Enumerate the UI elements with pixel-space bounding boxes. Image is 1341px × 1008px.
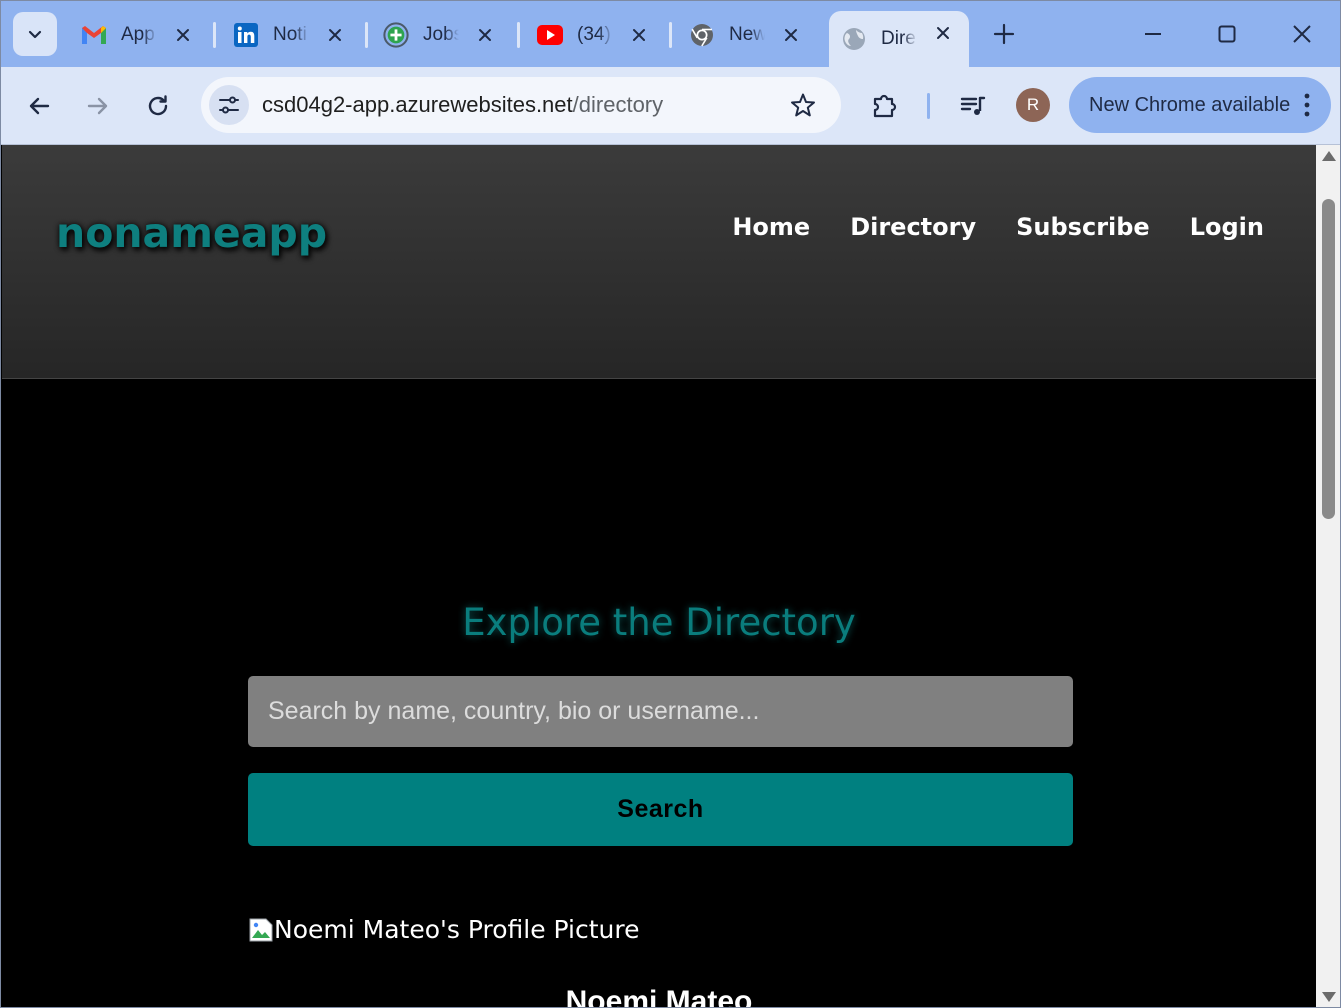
maximize-button[interactable] xyxy=(1212,19,1242,49)
profile-avatar[interactable]: R xyxy=(1016,88,1050,122)
extensions-button[interactable] xyxy=(868,89,902,123)
scroll-thumb[interactable] xyxy=(1322,199,1335,519)
tab-title: App xyxy=(121,24,155,45)
profile-picture-alt-text: Noemi Mateo's Profile Picture xyxy=(274,915,640,944)
tab-separator xyxy=(365,22,368,48)
nav-subscribe-link[interactable]: Subscribe xyxy=(1016,213,1150,241)
site-info-button[interactable] xyxy=(209,85,249,125)
reload-icon xyxy=(148,95,168,116)
jobs-icon xyxy=(383,22,409,48)
close-tab-icon[interactable] xyxy=(627,23,651,47)
tab-separator xyxy=(213,22,216,48)
update-label: New Chrome available xyxy=(1089,93,1291,116)
forward-button[interactable] xyxy=(81,89,115,123)
chrome-icon xyxy=(689,22,715,48)
nav-home-link[interactable]: Home xyxy=(732,213,810,241)
back-button[interactable] xyxy=(22,89,56,123)
tune-icon xyxy=(219,96,239,114)
plus-icon xyxy=(993,23,1015,45)
nav-login-link[interactable]: Login xyxy=(1190,213,1264,241)
bookmark-star-button[interactable] xyxy=(789,91,817,119)
toolbar-divider xyxy=(927,93,930,119)
search-button[interactable]: Search xyxy=(248,773,1073,846)
close-tab-icon[interactable] xyxy=(323,23,347,47)
tab-search-button[interactable] xyxy=(13,12,57,56)
tab-strip: App Noti Jobs (34) xyxy=(1,1,1340,67)
vertical-scrollbar[interactable] xyxy=(1316,145,1340,1007)
close-tab-icon[interactable] xyxy=(473,23,497,47)
tab-title: (34) xyxy=(577,24,611,45)
site-nav: Home Directory Subscribe Login xyxy=(732,213,1264,241)
site-logo[interactable]: nonameapp xyxy=(56,209,327,257)
arrow-right-icon xyxy=(87,97,108,115)
minimize-button[interactable] xyxy=(1138,19,1168,49)
close-window-button[interactable] xyxy=(1287,19,1317,49)
scroll-down-arrow-icon[interactable] xyxy=(1322,992,1336,1002)
tab-separator xyxy=(517,22,520,48)
media-controls-button[interactable] xyxy=(956,89,990,123)
arrow-left-icon xyxy=(29,97,50,115)
reload-button[interactable] xyxy=(141,89,175,123)
gmail-icon xyxy=(81,22,107,48)
youtube-icon xyxy=(537,22,563,48)
page-title: Explore the Directory xyxy=(462,601,856,644)
star-icon xyxy=(791,93,815,117)
kebab-menu-icon[interactable] xyxy=(1297,91,1317,119)
broken-image-icon xyxy=(249,918,273,941)
tab-separator xyxy=(669,22,672,48)
tab-title: Dire xyxy=(881,28,916,49)
tab-jobs[interactable]: Jobs xyxy=(371,13,511,57)
url-text[interactable]: csd04g2-app.azurewebsites.net/directory xyxy=(262,92,663,118)
profile-name[interactable]: Noemi Mateo xyxy=(2,985,1316,1007)
tab-title: Noti xyxy=(273,24,307,45)
linkedin-icon xyxy=(233,22,259,48)
minimize-icon xyxy=(1145,33,1161,35)
close-tab-icon[interactable] xyxy=(779,23,803,47)
search-input[interactable] xyxy=(248,676,1073,747)
maximize-icon xyxy=(1218,25,1236,43)
tab-title: New xyxy=(729,24,765,45)
url-host: csd04g2-app.azurewebsites.net xyxy=(262,92,573,117)
playlist-music-icon xyxy=(960,96,986,115)
profile-picture: Noemi Mateo's Profile Picture xyxy=(248,915,640,944)
nav-directory-link[interactable]: Directory xyxy=(850,213,976,241)
tab-new-tab[interactable]: New xyxy=(677,13,817,57)
browser-toolbar: csd04g2-app.azurewebsites.net/directory … xyxy=(1,67,1340,145)
address-bar[interactable]: csd04g2-app.azurewebsites.net/directory xyxy=(201,77,841,133)
close-tab-icon[interactable] xyxy=(931,21,955,45)
globe-icon xyxy=(841,26,867,52)
site-header: nonameapp Home Directory Subscribe Login xyxy=(2,145,1316,379)
url-path: /directory xyxy=(572,92,664,117)
tab-gmail[interactable]: App xyxy=(69,13,209,57)
puzzle-icon xyxy=(873,94,897,118)
browser-window: App Noti Jobs (34) xyxy=(0,0,1341,1008)
scroll-up-arrow-icon[interactable] xyxy=(1322,151,1336,161)
tab-youtube[interactable]: (34) xyxy=(525,13,665,57)
close-icon xyxy=(1293,25,1311,43)
page-viewport: nonameapp Home Directory Subscribe Login… xyxy=(2,145,1316,1007)
tab-title: Jobs xyxy=(423,24,459,45)
tab-linkedin[interactable]: Noti xyxy=(221,13,361,57)
chrome-update-button[interactable]: New Chrome available xyxy=(1069,77,1331,133)
new-tab-button[interactable] xyxy=(989,19,1019,49)
tab-directory-active[interactable]: Dire xyxy=(829,11,969,67)
chevron-down-icon xyxy=(28,30,42,39)
close-tab-icon[interactable] xyxy=(171,23,195,47)
